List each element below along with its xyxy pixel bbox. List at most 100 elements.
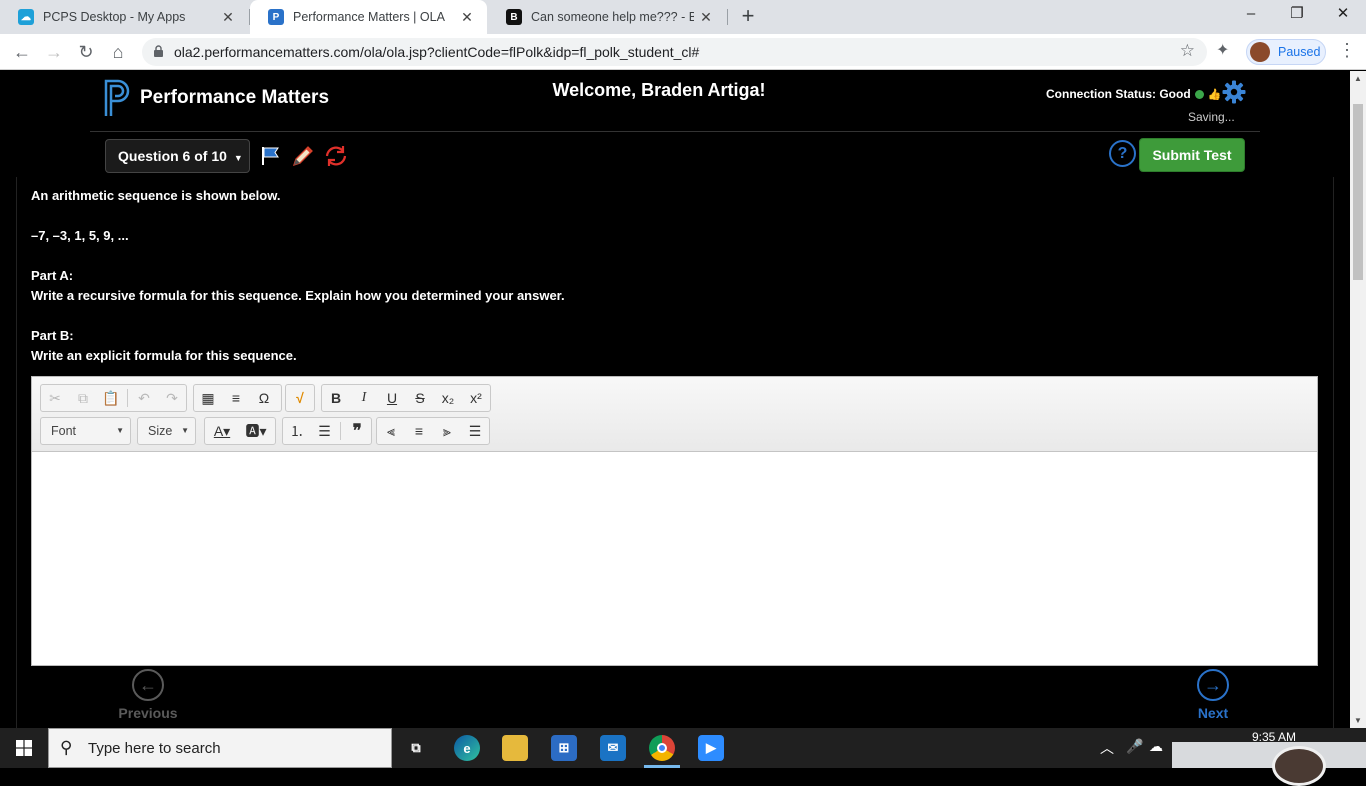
bold-icon[interactable]: B [322, 385, 350, 411]
strikethrough-icon[interactable]: S [406, 385, 434, 411]
settings-gear-icon[interactable] [1222, 80, 1246, 104]
refresh-icon[interactable] [323, 143, 349, 169]
windows-start-icon[interactable] [0, 728, 48, 768]
arrow-right-circle-icon: → [1197, 669, 1229, 701]
justify-icon[interactable]: ☰ [461, 418, 489, 444]
question-sequence: –7, –3, 1, 5, 9, ... [31, 228, 129, 243]
home-icon[interactable]: ⌂ [106, 40, 130, 64]
status-dot-icon [1194, 89, 1204, 99]
close-tab-icon[interactable]: ✕ [455, 9, 479, 26]
back-arrow-icon[interactable]: ← [10, 40, 34, 64]
font-size-dropdown[interactable]: Size ▼ [137, 417, 196, 445]
background-color-icon[interactable]: 🅰▾ [239, 418, 273, 444]
cloud-app-icon: ☁ [18, 9, 34, 25]
paste-icon[interactable]: 📋 [97, 385, 125, 411]
new-tab-icon[interactable]: + [736, 5, 760, 29]
insert-table-icon[interactable]: ▦ [194, 385, 222, 411]
task-view-icon[interactable]: ⧉ [403, 735, 429, 761]
font-family-dropdown[interactable]: Font ▼ [40, 417, 131, 445]
mail-icon[interactable]: ✉ [600, 735, 626, 761]
undo-icon[interactable]: ↶ [130, 385, 158, 411]
bulleted-list-icon[interactable]: ☰ [311, 418, 339, 444]
italic-icon[interactable]: I [350, 385, 378, 411]
test-page: Performance Matters Welcome, Braden Arti… [0, 71, 1350, 728]
part-a-text: Write a recursive formula for this seque… [31, 288, 565, 303]
submit-test-button[interactable]: Submit Test [1139, 138, 1245, 172]
webcam-person-image [1272, 746, 1326, 786]
caret-down-icon: ▼ [116, 426, 124, 435]
scrollbar-thumb[interactable] [1353, 104, 1363, 280]
numbered-list-icon[interactable]: ⒈ [283, 418, 311, 444]
restore-icon[interactable]: ❐ [1274, 0, 1320, 30]
avatar [1250, 42, 1270, 62]
close-tab-icon[interactable]: ✕ [694, 9, 718, 26]
lock-icon [154, 45, 163, 57]
flag-icon[interactable] [257, 143, 283, 169]
previous-button[interactable]: ← Previous [108, 669, 188, 721]
page-scrollbar[interactable]: ▲ ▼ [1350, 71, 1366, 728]
part-a-label: Part A: [31, 268, 74, 283]
align-center-icon[interactable]: ≡ [405, 418, 433, 444]
toolbar-separator [340, 422, 342, 440]
tab-title: PCPS Desktop - My Apps [43, 10, 186, 24]
zoom-icon[interactable]: ▶ [698, 735, 724, 761]
underline-icon[interactable]: U [378, 385, 406, 411]
clipboard-history-group: ✂ ⧉ 📋 ↶ ↷ [40, 384, 187, 412]
tab-divider [727, 9, 728, 25]
chrome-icon[interactable] [649, 735, 675, 761]
profile-button[interactable]: Paused [1246, 39, 1326, 65]
microphone-icon[interactable]: 🎤 [1126, 738, 1143, 755]
highlighter-pencil-icon[interactable] [290, 143, 316, 169]
math-equation-icon[interactable]: √ [286, 385, 314, 411]
blockquote-icon[interactable]: ❞ [343, 418, 371, 444]
reload-icon[interactable]: ↻ [74, 40, 98, 64]
bookmark-star-icon[interactable]: ☆ [1180, 41, 1195, 61]
connection-status-text: Connection Status: Good [1046, 87, 1191, 101]
browser-toolbar: ← → ↻ ⌂ ola2.performancematters.com/ola/… [0, 34, 1366, 70]
taskbar-search-box[interactable]: ⚲ Type here to search [48, 728, 392, 768]
webcam-overlay [1172, 742, 1366, 786]
superscript-icon[interactable]: x² [462, 385, 490, 411]
performance-matters-logo-icon [104, 79, 130, 116]
address-bar[interactable]: ola2.performancematters.com/ola/ola.jsp?… [142, 38, 1207, 66]
close-window-icon[interactable]: ✕ [1320, 0, 1366, 30]
question-selector-dropdown[interactable]: Question 6 of 10 ▼ [105, 139, 250, 173]
alignment-group: ⫷ ≡ ⫸ ☰ [376, 417, 490, 445]
windows-taskbar: ⚲ Type here to search ⧉ e ⊞ ✉ ▶ ︿ 🎤 ☁ 9:… [0, 728, 1366, 786]
onedrive-cloud-icon[interactable]: ☁ [1149, 738, 1163, 755]
part-b-label: Part B: [31, 328, 74, 343]
tab-title: Can someone help me??? - Brainly [531, 10, 694, 24]
show-hidden-icons-icon[interactable]: ︿ [1100, 738, 1114, 758]
redo-icon[interactable]: ↷ [158, 385, 186, 411]
horizontal-line-icon[interactable]: ≡ [222, 385, 250, 411]
text-color-icon[interactable]: A▾ [205, 418, 239, 444]
special-character-icon[interactable]: Ω [250, 385, 278, 411]
extensions-puzzle-icon[interactable]: ✦ [1216, 40, 1229, 60]
subscript-icon[interactable]: x₂ [434, 385, 462, 411]
edge-browser-icon[interactable]: e [454, 735, 480, 761]
scroll-down-icon[interactable]: ▼ [1354, 716, 1362, 725]
tab-brainly[interactable]: B Can someone help me??? - Brainly ✕ [488, 0, 726, 34]
tab-performance-matters[interactable]: P Performance Matters | OLA ✕ [250, 0, 487, 34]
cut-icon[interactable]: ✂ [41, 385, 69, 411]
microsoft-store-icon[interactable]: ⊞ [551, 735, 577, 761]
profile-status-label: Paused [1278, 45, 1321, 59]
align-right-icon[interactable]: ⫸ [433, 418, 461, 444]
editor-toolbar: ✂ ⧉ 📋 ↶ ↷ ▦ ≡ Ω √ B I U S x₂ x² Font ▼ S… [32, 377, 1317, 452]
file-explorer-icon[interactable] [502, 735, 528, 761]
answer-text-area[interactable] [32, 452, 1317, 665]
performance-matters-favicon: P [268, 9, 284, 25]
forward-arrow-icon[interactable]: → [42, 40, 66, 64]
scroll-up-icon[interactable]: ▲ [1354, 74, 1362, 83]
saving-indicator: Saving... [1188, 110, 1235, 124]
next-label: Next [1197, 705, 1229, 721]
align-left-icon[interactable]: ⫷ [377, 418, 405, 444]
next-button[interactable]: → Next [1173, 669, 1253, 721]
copy-icon[interactable]: ⧉ [69, 385, 97, 411]
browser-menu-icon[interactable]: ⋮ [1338, 40, 1356, 61]
performance-matters-logo: Performance Matters [104, 78, 329, 118]
close-tab-icon[interactable]: ✕ [216, 9, 240, 26]
tab-pcps-desktop[interactable]: ☁ PCPS Desktop - My Apps ✕ [0, 0, 248, 34]
minimize-icon[interactable]: – [1228, 0, 1274, 30]
help-button[interactable]: ? [1109, 140, 1136, 167]
